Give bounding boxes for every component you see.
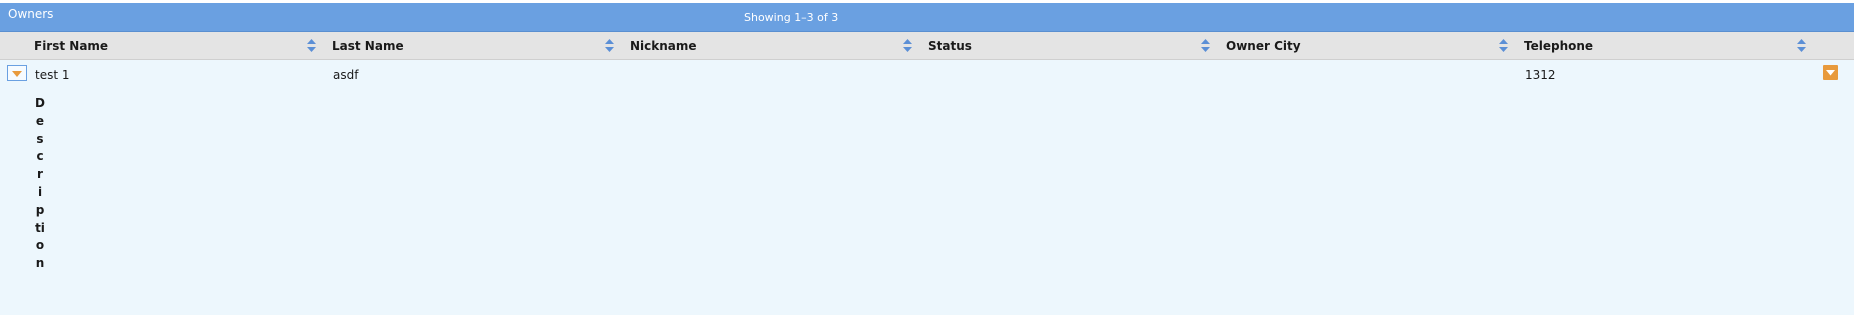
detail-description-label: Description [35,96,45,271]
column-header-label: Last Name [332,39,404,53]
expand-row-button[interactable] [7,65,27,81]
triangle-down-icon [1826,70,1835,76]
cell-first-name: test 1 [35,68,70,82]
column-header-nickname[interactable]: Nickname [630,32,915,59]
sort-arrows-icon[interactable] [1797,39,1806,52]
table-row[interactable]: test 1 asdf 1312 Description [0,60,1854,315]
column-header-label: Owner City [1226,39,1301,53]
grid-title: Owners [8,7,54,21]
sort-arrows-icon[interactable] [903,39,912,52]
sort-arrows-icon[interactable] [1499,39,1508,52]
sort-arrows-icon[interactable] [605,39,614,52]
column-header-label: Status [928,39,972,53]
column-header-owner-city[interactable]: Owner City [1226,32,1511,59]
column-header-row: First Name Last Name Nickname Status Own… [0,32,1854,60]
grid-titlebar: Owners Showing 1–3 of 3 [0,3,1854,32]
column-header-last-name[interactable]: Last Name [332,32,617,59]
column-header-first-name[interactable]: First Name [34,32,319,59]
column-header-label: Nickname [630,39,697,53]
row-menu-button[interactable] [1823,65,1838,80]
column-header-telephone[interactable]: Telephone [1524,32,1809,59]
column-header-status[interactable]: Status [928,32,1213,59]
triangle-down-icon [12,71,22,77]
owners-grid: Owners Showing 1–3 of 3 First Name Last … [0,3,1854,315]
paging-status: Showing 1–3 of 3 [744,11,839,24]
column-header-label: First Name [34,39,109,53]
sort-arrows-icon[interactable] [1201,39,1210,52]
cell-last-name: asdf [333,68,359,82]
cell-telephone: 1312 [1525,68,1556,82]
sort-arrows-icon[interactable] [307,39,316,52]
column-header-label: Telephone [1524,39,1594,53]
